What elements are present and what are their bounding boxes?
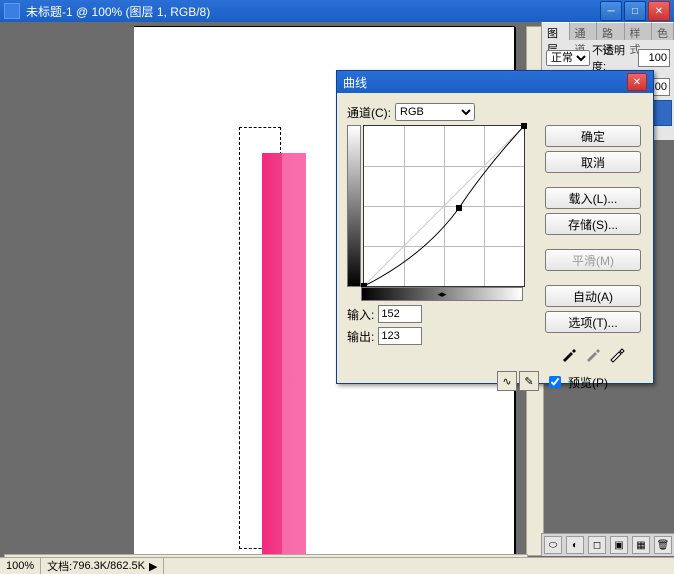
white-eyedropper-icon[interactable] xyxy=(608,345,626,363)
opacity-value[interactable] xyxy=(638,49,670,67)
docinfo-label: 文档: xyxy=(47,558,72,574)
statusbar: 100% 文档: 796.3K/862.5K ▶ xyxy=(0,557,674,574)
blend-mode-select[interactable]: 正常 xyxy=(546,50,590,66)
window-title: 未标题-1 @ 100% (图层 1, RGB/8) xyxy=(26,3,210,20)
tab-colors[interactable]: 色 xyxy=(652,22,674,40)
input-field[interactable] xyxy=(378,305,422,323)
preview-label: 预览(P) xyxy=(568,374,608,391)
zoom-field[interactable]: 100% xyxy=(0,558,41,574)
smooth-button: 平滑(M) xyxy=(545,249,641,271)
new-group-icon[interactable]: ▣ xyxy=(610,536,628,554)
input-label: 输入: xyxy=(347,306,374,323)
tab-layers[interactable]: 图层 xyxy=(542,22,570,40)
dialog-title: 曲线 xyxy=(343,74,367,91)
curve-tool-icon[interactable]: ∿ xyxy=(497,371,517,391)
docinfo-value: 796.3K/862.5K xyxy=(72,560,145,572)
tab-paths[interactable]: 路径 xyxy=(597,22,625,40)
main-titlebar: 未标题-1 @ 100% (图层 1, RGB/8) ─ □ ✕ xyxy=(0,0,674,22)
channel-label: 通道(C): xyxy=(347,104,391,121)
curve-point-mid[interactable] xyxy=(456,205,462,211)
output-label: 输出: xyxy=(347,328,374,345)
black-eyedropper-icon[interactable] xyxy=(560,345,578,363)
close-button[interactable]: ✕ xyxy=(648,1,670,21)
curve-point-highlight[interactable] xyxy=(521,123,527,129)
new-layer-icon[interactable]: ▦ xyxy=(632,536,650,554)
output-gradient xyxy=(347,125,361,287)
ok-button[interactable]: 确定 xyxy=(545,125,641,147)
cancel-button[interactable]: 取消 xyxy=(545,151,641,173)
preview-checkbox[interactable] xyxy=(549,376,561,388)
output-field[interactable] xyxy=(378,327,422,345)
minimize-button[interactable]: ─ xyxy=(600,1,622,21)
gradient-midpoint-icon[interactable]: ◂▸ xyxy=(437,289,446,300)
save-button[interactable]: 存储(S)... xyxy=(545,213,641,235)
layer-mask-icon[interactable]: ◻ xyxy=(588,536,606,554)
tab-channels[interactable]: 通道 xyxy=(570,22,598,40)
docinfo[interactable]: 文档: 796.3K/862.5K ▶ xyxy=(41,558,164,574)
channel-select[interactable]: RGB xyxy=(395,103,475,121)
dialog-titlebar[interactable]: 曲线 ✕ xyxy=(337,71,653,93)
gray-eyedropper-icon[interactable] xyxy=(584,345,602,363)
dialog-close-button[interactable]: ✕ xyxy=(627,73,647,91)
curves-dialog: 曲线 ✕ 通道(C): RGB xyxy=(336,70,654,384)
delete-layer-icon[interactable]: 🗑 xyxy=(654,536,672,554)
link-layers-icon[interactable]: ⬭ xyxy=(544,536,562,554)
input-gradient[interactable]: ◂▸ xyxy=(361,287,523,301)
layer-style-icon[interactable]: ◐ xyxy=(566,536,584,554)
maximize-button[interactable]: □ xyxy=(624,1,646,21)
layers-panel-footer: ⬭ ◐ ◻ ▣ ▦ 🗑 xyxy=(541,533,674,556)
preview-checkbox-row[interactable]: 预览(P) xyxy=(545,373,641,391)
auto-button[interactable]: 自动(A) xyxy=(545,285,641,307)
app-icon xyxy=(4,3,20,19)
flyout-icon[interactable]: ▶ xyxy=(149,560,157,573)
curve-grid[interactable] xyxy=(363,125,525,287)
tab-styles[interactable]: 样式 xyxy=(625,22,653,40)
pencil-tool-icon[interactable]: ✎ xyxy=(519,371,539,391)
load-button[interactable]: 载入(L)... xyxy=(545,187,641,209)
artwork-shape xyxy=(262,153,306,571)
options-button[interactable]: 选项(T)... xyxy=(545,311,641,333)
